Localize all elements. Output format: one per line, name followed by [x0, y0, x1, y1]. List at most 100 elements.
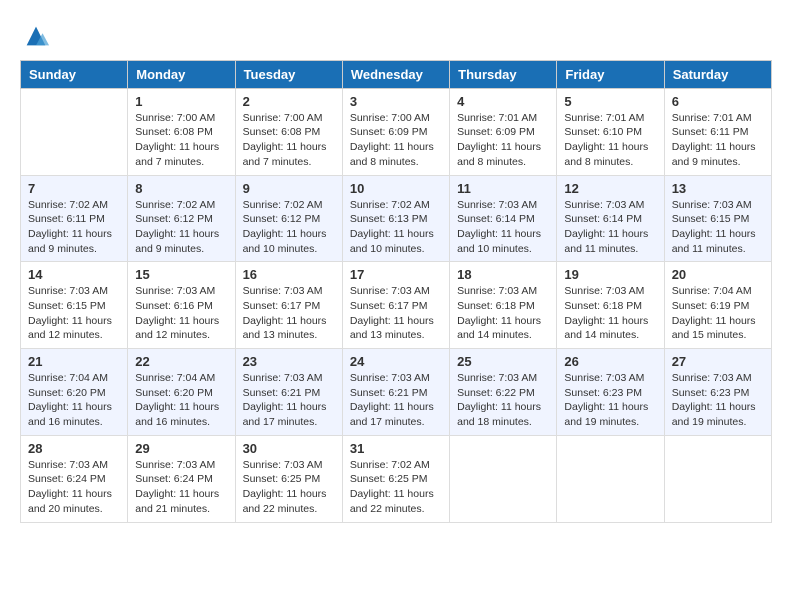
calendar-cell: 12Sunrise: 7:03 AMSunset: 6:14 PMDayligh… [557, 175, 664, 262]
day-number: 29 [135, 441, 227, 456]
day-number: 5 [564, 94, 656, 109]
day-number: 2 [243, 94, 335, 109]
calendar-cell: 5 Sunrise: 7:01 AMSunset: 6:10 PMDaylight… [557, 88, 664, 175]
day-info: Sunrise: 7:03 AMSunset: 6:18 PMDaylight:… [564, 284, 656, 343]
header-saturday: Saturday [664, 60, 771, 88]
day-number: 9 [243, 181, 335, 196]
day-info: Sunrise: 7:00 AMSunset: 6:08 PMDaylight:… [135, 111, 227, 170]
calendar-cell: 31Sunrise: 7:02 AMSunset: 6:25 PMDayligh… [342, 435, 449, 522]
calendar-cell: 6 Sunrise: 7:01 AMSunset: 6:11 PMDaylight… [664, 88, 771, 175]
day-number: 23 [243, 354, 335, 369]
calendar-cell: 16 Sunrise: 7:03 AMSunset: 6:17 PMDayligh… [235, 262, 342, 349]
day-number: 17 [350, 267, 442, 282]
calendar-cell: 28 Sunrise: 7:03 AMSunset: 6:24 PMDayligh… [21, 435, 128, 522]
calendar-week-3: 14 Sunrise: 7:03 AMSunset: 6:15 PMDayligh… [21, 262, 772, 349]
day-info: Sunrise: 7:01 AMSunset: 6:10 PMDaylight:… [564, 111, 656, 170]
day-number: 12 [564, 181, 656, 196]
calendar-cell: 24 Sunrise: 7:03 AMSunset: 6:21 PMDayligh… [342, 349, 449, 436]
calendar-cell [21, 88, 128, 175]
calendar-week-1: 1 Sunrise: 7:00 AMSunset: 6:08 PMDaylight… [21, 88, 772, 175]
logo-icon [22, 22, 50, 50]
calendar-cell: 17 Sunrise: 7:03 AMSunset: 6:17 PMDayligh… [342, 262, 449, 349]
calendar-cell: 11Sunrise: 7:03 AMSunset: 6:14 PMDayligh… [450, 175, 557, 262]
day-info: Sunrise: 7:03 AMSunset: 6:18 PMDaylight:… [457, 284, 549, 343]
day-number: 21 [28, 354, 120, 369]
calendar-week-4: 21 Sunrise: 7:04 AMSunset: 6:20 PMDayligh… [21, 349, 772, 436]
day-number: 14 [28, 267, 120, 282]
page-header [20, 20, 772, 50]
day-info: Sunrise: 7:03 AMSunset: 6:16 PMDaylight:… [135, 284, 227, 343]
calendar-cell: 13Sunrise: 7:03 AMSunset: 6:15 PMDayligh… [664, 175, 771, 262]
day-info: Sunrise: 7:04 AMSunset: 6:20 PMDaylight:… [28, 371, 120, 430]
day-info: Sunrise: 7:03 AMSunset: 6:24 PMDaylight:… [135, 458, 227, 517]
day-number: 8 [135, 181, 227, 196]
day-number: 4 [457, 94, 549, 109]
day-info: Sunrise: 7:01 AMSunset: 6:09 PMDaylight:… [457, 111, 549, 170]
calendar-cell: 26 Sunrise: 7:03 AMSunset: 6:23 PMDayligh… [557, 349, 664, 436]
header-tuesday: Tuesday [235, 60, 342, 88]
day-number: 16 [243, 267, 335, 282]
calendar-cell: 4 Sunrise: 7:01 AMSunset: 6:09 PMDaylight… [450, 88, 557, 175]
header-friday: Friday [557, 60, 664, 88]
day-number: 15 [135, 267, 227, 282]
day-info: Sunrise: 7:01 AMSunset: 6:11 PMDaylight:… [672, 111, 764, 170]
day-info: Sunrise: 7:04 AMSunset: 6:19 PMDaylight:… [672, 284, 764, 343]
day-info: Sunrise: 7:02 AMSunset: 6:13 PMDaylight:… [350, 198, 442, 257]
header-wednesday: Wednesday [342, 60, 449, 88]
day-number: 27 [672, 354, 764, 369]
day-info: Sunrise: 7:02 AMSunset: 6:11 PMDaylight:… [28, 198, 120, 257]
header-thursday: Thursday [450, 60, 557, 88]
day-number: 20 [672, 267, 764, 282]
calendar-cell: 10 Sunrise: 7:02 AMSunset: 6:13 PMDayligh… [342, 175, 449, 262]
day-number: 22 [135, 354, 227, 369]
day-number: 10 [350, 181, 442, 196]
calendar-cell: 23 Sunrise: 7:03 AMSunset: 6:21 PMDayligh… [235, 349, 342, 436]
header-sunday: Sunday [21, 60, 128, 88]
calendar-week-2: 7 Sunrise: 7:02 AMSunset: 6:11 PMDaylight… [21, 175, 772, 262]
day-number: 6 [672, 94, 764, 109]
day-info: Sunrise: 7:03 AMSunset: 6:14 PMDaylight:… [457, 198, 549, 257]
calendar-cell: 19Sunrise: 7:03 AMSunset: 6:18 PMDayligh… [557, 262, 664, 349]
day-info: Sunrise: 7:02 AMSunset: 6:12 PMDaylight:… [135, 198, 227, 257]
day-number: 1 [135, 94, 227, 109]
day-number: 28 [28, 441, 120, 456]
calendar-cell [557, 435, 664, 522]
calendar-table: SundayMondayTuesdayWednesdayThursdayFrid… [20, 60, 772, 523]
day-number: 30 [243, 441, 335, 456]
calendar-cell: 14 Sunrise: 7:03 AMSunset: 6:15 PMDayligh… [21, 262, 128, 349]
day-info: Sunrise: 7:03 AMSunset: 6:17 PMDaylight:… [350, 284, 442, 343]
day-number: 26 [564, 354, 656, 369]
calendar-cell: 18Sunrise: 7:03 AMSunset: 6:18 PMDayligh… [450, 262, 557, 349]
day-info: Sunrise: 7:03 AMSunset: 6:24 PMDaylight:… [28, 458, 120, 517]
logo-text [20, 20, 50, 50]
day-info: Sunrise: 7:04 AMSunset: 6:20 PMDaylight:… [135, 371, 227, 430]
day-info: Sunrise: 7:03 AMSunset: 6:23 PMDaylight:… [564, 371, 656, 430]
day-info: Sunrise: 7:03 AMSunset: 6:25 PMDaylight:… [243, 458, 335, 517]
logo [20, 20, 50, 50]
calendar-cell: 29 Sunrise: 7:03 AMSunset: 6:24 PMDayligh… [128, 435, 235, 522]
day-info: Sunrise: 7:03 AMSunset: 6:22 PMDaylight:… [457, 371, 549, 430]
calendar-cell: 22 Sunrise: 7:04 AMSunset: 6:20 PMDayligh… [128, 349, 235, 436]
day-number: 13 [672, 181, 764, 196]
calendar-cell: 20 Sunrise: 7:04 AMSunset: 6:19 PMDayligh… [664, 262, 771, 349]
calendar-cell: 2 Sunrise: 7:00 AMSunset: 6:08 PMDaylight… [235, 88, 342, 175]
calendar-cell: 25Sunrise: 7:03 AMSunset: 6:22 PMDayligh… [450, 349, 557, 436]
calendar-cell: 3Sunrise: 7:00 AMSunset: 6:09 PMDaylight… [342, 88, 449, 175]
day-number: 24 [350, 354, 442, 369]
calendar-cell: 7 Sunrise: 7:02 AMSunset: 6:11 PMDaylight… [21, 175, 128, 262]
day-info: Sunrise: 7:03 AMSunset: 6:21 PMDaylight:… [350, 371, 442, 430]
calendar-cell: 30 Sunrise: 7:03 AMSunset: 6:25 PMDayligh… [235, 435, 342, 522]
calendar-header-row: SundayMondayTuesdayWednesdayThursdayFrid… [21, 60, 772, 88]
header-monday: Monday [128, 60, 235, 88]
day-info: Sunrise: 7:03 AMSunset: 6:15 PMDaylight:… [28, 284, 120, 343]
calendar-cell: 15 Sunrise: 7:03 AMSunset: 6:16 PMDayligh… [128, 262, 235, 349]
day-info: Sunrise: 7:03 AMSunset: 6:17 PMDaylight:… [243, 284, 335, 343]
calendar-cell: 21 Sunrise: 7:04 AMSunset: 6:20 PMDayligh… [21, 349, 128, 436]
calendar-cell: 8 Sunrise: 7:02 AMSunset: 6:12 PMDaylight… [128, 175, 235, 262]
day-info: Sunrise: 7:00 AMSunset: 6:08 PMDaylight:… [243, 111, 335, 170]
calendar-cell [450, 435, 557, 522]
day-info: Sunrise: 7:03 AMSunset: 6:21 PMDaylight:… [243, 371, 335, 430]
day-info: Sunrise: 7:03 AMSunset: 6:23 PMDaylight:… [672, 371, 764, 430]
day-number: 7 [28, 181, 120, 196]
calendar-cell: 9Sunrise: 7:02 AMSunset: 6:12 PMDaylight… [235, 175, 342, 262]
